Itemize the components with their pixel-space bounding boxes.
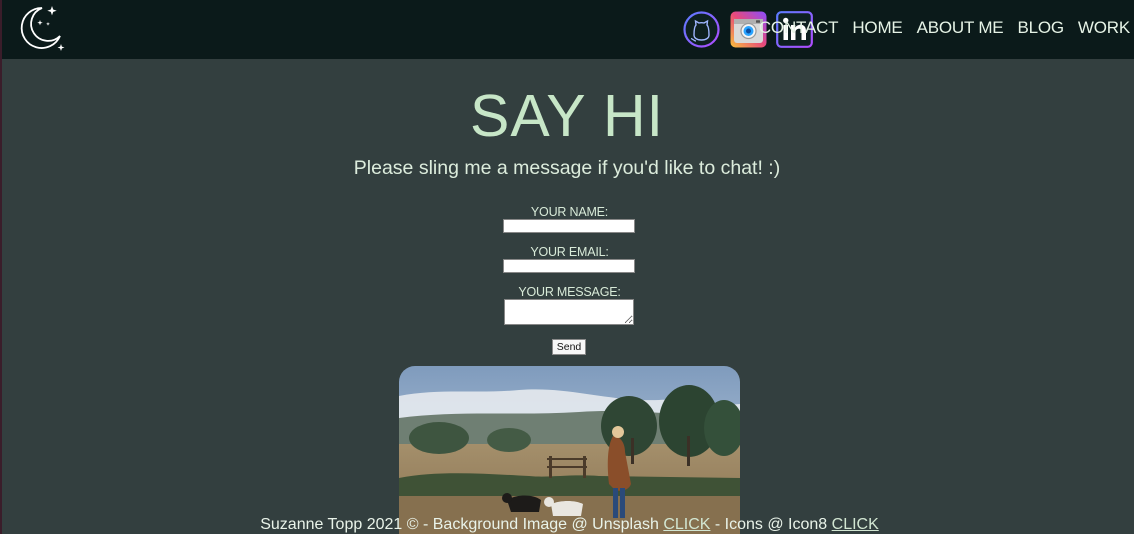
- nav-home-link[interactable]: HOME: [852, 18, 902, 38]
- email-input[interactable]: [503, 259, 635, 273]
- hero-photo: [399, 366, 740, 534]
- github-icon[interactable]: [683, 11, 720, 48]
- page-subtitle: Please sling me a message if you'd like …: [353, 157, 781, 179]
- moon-stars-logo-icon[interactable]: [12, 2, 68, 56]
- nav-contact-link[interactable]: CONTACT: [759, 18, 839, 38]
- footer-icons-credit-text: - Icons @ Icon8: [710, 516, 832, 533]
- nav-links: CONTACT HOME ABOUT ME BLOG WORK: [759, 18, 1130, 38]
- name-label: YOUR NAME:: [530, 205, 609, 219]
- footer-icon8-link[interactable]: CLICK: [832, 516, 879, 533]
- left-edge-border: [0, 0, 2, 534]
- navbar: CONTACT HOME ABOUT ME BLOG WORK: [2, 0, 1134, 59]
- footer: Suzanne Topp 2021 © - Background Image @…: [0, 516, 1134, 534]
- footer-unsplash-link[interactable]: CLICK: [663, 516, 710, 533]
- message-label: YOUR MESSAGE:: [518, 285, 621, 299]
- message-textarea[interactable]: [504, 299, 634, 325]
- page-title: SAY HI: [469, 83, 664, 149]
- footer-credit-text: Suzanne Topp 2021 © - Background Image @…: [260, 516, 664, 533]
- send-button[interactable]: Send: [552, 339, 586, 355]
- nav-blog-link[interactable]: BLOG: [1017, 18, 1064, 38]
- nav-work-link[interactable]: WORK: [1078, 18, 1130, 38]
- nav-about-me-link[interactable]: ABOUT ME: [917, 18, 1004, 38]
- email-label: YOUR EMAIL:: [530, 245, 609, 259]
- name-input[interactable]: [503, 219, 635, 233]
